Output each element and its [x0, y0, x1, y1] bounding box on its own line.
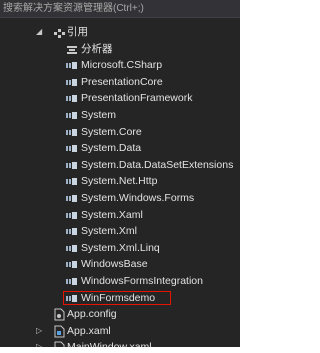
- tree-node-reference[interactable]: WinFormsdemo: [0, 290, 240, 307]
- collapse-arrow-icon[interactable]: ▷: [36, 342, 42, 347]
- reference-label: PresentationFramework: [81, 92, 193, 105]
- tree-node-file[interactable]: ▷ App.xaml: [0, 323, 240, 340]
- tree-node-file[interactable]: App.config: [0, 306, 240, 323]
- tree-node-reference[interactable]: System.Data.DataSetExtensions: [0, 157, 240, 174]
- solution-tree: ◢ 引用 分析器 Microsoft.CSharp PresentationCo…: [0, 24, 240, 347]
- tree-node-file[interactable]: ▷ MainWindow.xaml: [0, 339, 240, 347]
- tree-node-reference[interactable]: System.Xml.Linq: [0, 240, 240, 257]
- tree-node-reference[interactable]: WindowsBase: [0, 256, 240, 273]
- search-input[interactable]: 搜索解决方案资源管理器(Ctrl+;): [0, 0, 240, 18]
- reference-label: System.Windows.Forms: [81, 191, 195, 204]
- tree-node-reference[interactable]: System.Xml: [0, 223, 240, 240]
- file-label: App.xaml: [67, 324, 111, 337]
- reference-label: Microsoft.CSharp: [81, 59, 163, 72]
- reference-label: WindowsBase: [81, 258, 148, 271]
- reference-label: WindowsFormsIntegration: [81, 274, 203, 287]
- search-placeholder: 搜索解决方案资源管理器(Ctrl+;): [3, 3, 144, 14]
- reference-label: System.Xml.Linq: [81, 241, 160, 254]
- tree-node-reference[interactable]: System.Windows.Forms: [0, 190, 240, 207]
- reference-label: System: [81, 108, 117, 121]
- tree-node-references[interactable]: ◢ 引用: [0, 24, 240, 41]
- expand-arrow-icon[interactable]: ◢: [36, 27, 42, 37]
- reference-label: System.Data.DataSetExtensions: [81, 158, 234, 171]
- reference-label: System.Net.Http: [81, 175, 158, 188]
- analyzers-label: 分析器: [81, 42, 113, 55]
- xaml-file-icon: [53, 341, 65, 347]
- solution-explorer-panel: 搜索解决方案资源管理器(Ctrl+;) ◢ 引用 分析器 Microsoft.C…: [0, 0, 240, 347]
- file-label: MainWindow.xaml: [67, 341, 152, 347]
- reference-label: System.Xaml: [81, 208, 143, 221]
- tree-node-reference[interactable]: System.Net.Http: [0, 173, 240, 190]
- tree-node-reference[interactable]: PresentationFramework: [0, 90, 240, 107]
- reference-label: System.Data: [81, 142, 142, 155]
- tree-node-reference[interactable]: System.Data: [0, 140, 240, 157]
- tree-node-reference[interactable]: System: [0, 107, 240, 124]
- tree-node-reference[interactable]: System.Core: [0, 124, 240, 141]
- tree-node-reference[interactable]: System.Xaml: [0, 207, 240, 224]
- tree-node-analyzers[interactable]: 分析器: [0, 41, 240, 58]
- reference-label: PresentationCore: [81, 75, 163, 88]
- reference-label: System.Xml: [81, 225, 138, 238]
- selection-highlight-box: [63, 290, 171, 305]
- file-label: App.config: [67, 308, 117, 321]
- references-label: 引用: [67, 26, 88, 38]
- collapse-arrow-icon[interactable]: ▷: [36, 326, 42, 336]
- tree-node-reference[interactable]: PresentationCore: [0, 74, 240, 91]
- tree-node-reference[interactable]: Microsoft.CSharp: [0, 57, 240, 74]
- tree-node-reference[interactable]: WindowsFormsIntegration: [0, 273, 240, 290]
- reference-label: System.Core: [81, 125, 142, 138]
